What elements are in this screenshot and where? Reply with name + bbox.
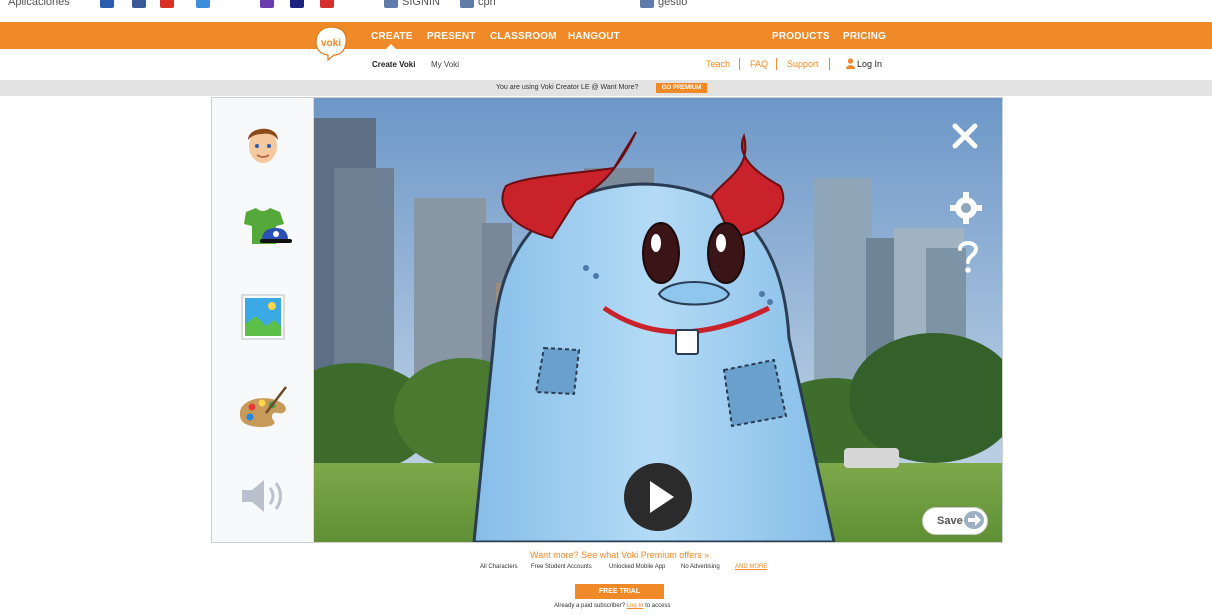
nav-divider <box>739 58 740 70</box>
bookmark-icon[interactable] <box>640 0 654 8</box>
tool-sidebar <box>212 98 314 542</box>
bookmark-icon[interactable] <box>196 0 210 8</box>
nav-create[interactable]: CREATE <box>371 31 413 42</box>
bookmark-icon[interactable] <box>460 0 474 8</box>
nav-pricing[interactable]: PRICING <box>843 31 886 42</box>
speaker-icon <box>242 480 282 512</box>
access-label: to access <box>645 603 671 609</box>
nav-hangout[interactable]: HANGOUT <box>568 31 620 42</box>
question-mark-icon <box>958 241 979 273</box>
color-button[interactable] <box>232 381 294 437</box>
character-button[interactable] <box>232 116 294 172</box>
already-subscriber-label: Already a paid subscriber? <box>554 603 626 609</box>
clothing-icon <box>244 208 292 244</box>
nav-divider <box>776 58 777 70</box>
link-faq[interactable]: FAQ <box>750 59 768 69</box>
subnav-my-voki[interactable]: My Voki <box>431 60 459 69</box>
premium-offers-link[interactable]: Want more? See what Voki Premium offers … <box>530 550 709 560</box>
link-login[interactable]: Log In <box>857 59 882 69</box>
nav-divider <box>829 58 830 70</box>
bookmark-gestio[interactable]: gestio <box>658 0 687 8</box>
bookmark-icon[interactable] <box>320 0 334 8</box>
bookmark-cpri[interactable]: cpri <box>478 0 496 8</box>
banner-text: You are using Voki Creator LE @ Want Mor… <box>496 84 639 91</box>
nav-classroom[interactable]: CLASSROOM <box>490 31 557 42</box>
feature-free-student-accounts: Free Student Accounts <box>531 564 592 570</box>
background-button[interactable] <box>232 290 294 346</box>
svg-text:voki: voki <box>321 38 341 49</box>
audio-button[interactable] <box>232 468 294 524</box>
login-to-access-link[interactable]: Log In <box>627 603 644 609</box>
nav-products[interactable]: PRODUCTS <box>772 31 830 42</box>
user-icon <box>846 58 855 69</box>
bookmark-icon[interactable] <box>260 0 274 8</box>
bookmark-signin[interactable]: SIGNIN <box>402 0 440 8</box>
bookmark-icon[interactable] <box>384 0 398 8</box>
feature-unlocked-mobile-app: Unlocked Mobile App <box>609 564 666 570</box>
gear-icon <box>950 192 982 224</box>
close-icon <box>952 123 978 149</box>
arrow-right-icon <box>964 511 984 529</box>
character-icon <box>248 128 278 163</box>
background-icon <box>241 294 285 340</box>
play-icon <box>650 481 674 513</box>
subnav-create-voki[interactable]: Create Voki <box>372 60 415 69</box>
bookmark-icon[interactable] <box>290 0 304 8</box>
feature-all-characters: All Characters <box>480 564 518 570</box>
free-trial-button[interactable]: FREE TRIAL <box>575 584 664 599</box>
go-premium-button[interactable]: GO PREMIUM <box>656 83 707 93</box>
feature-no-advertising: No Advertising <box>681 564 720 570</box>
bookmarks-bar: Aplicaciones SIGNIN cpri gestio <box>0 0 1212 22</box>
nav-present[interactable]: PRESENT <box>427 31 476 42</box>
play-button[interactable] <box>624 463 692 531</box>
close-button[interactable] <box>950 121 980 151</box>
parked-car <box>844 448 899 468</box>
link-teach[interactable]: Teach <box>706 59 730 69</box>
link-support[interactable]: Support <box>787 59 819 69</box>
bookmark-icon[interactable] <box>100 0 114 8</box>
bookmark-apps[interactable]: Aplicaciones <box>8 0 70 8</box>
palette-icon <box>239 386 287 428</box>
and-more-link[interactable]: AND MORE <box>735 564 767 570</box>
bookmark-icon[interactable] <box>132 0 146 8</box>
settings-button[interactable] <box>948 190 984 226</box>
help-button[interactable] <box>955 238 981 276</box>
active-nav-caret <box>386 44 396 49</box>
bookmark-icon[interactable] <box>160 0 174 8</box>
voki-editor <box>211 97 1003 543</box>
already-subscriber-text: Already a paid subscriber? Log In to acc… <box>554 603 670 609</box>
voki-logo[interactable]: voki <box>314 25 348 61</box>
clothing-button[interactable] <box>232 202 294 258</box>
